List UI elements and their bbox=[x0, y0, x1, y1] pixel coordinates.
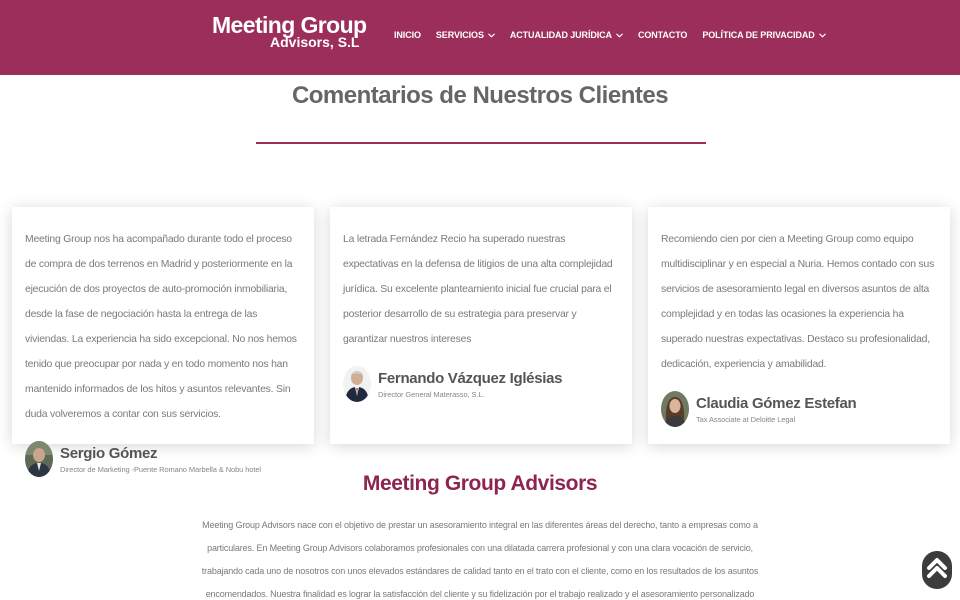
nav-item-inicio[interactable]: INICIO bbox=[394, 30, 421, 40]
title-divider bbox=[256, 142, 706, 144]
nav-item-politica-privacidad[interactable]: POLÍTICA DE PRIVACIDAD bbox=[702, 30, 826, 40]
scroll-to-top-button[interactable] bbox=[922, 551, 952, 589]
nav-item-label: POLÍTICA DE PRIVACIDAD bbox=[702, 30, 815, 40]
chevron-down-icon bbox=[818, 31, 826, 40]
about-title: Meeting Group Advisors bbox=[362, 472, 598, 495]
testimonial-author: Fernando Vázquez Iglésias Director Gener… bbox=[343, 366, 619, 402]
testimonial-author: Claudia Gómez Estefan Tax Associate at D… bbox=[661, 391, 937, 427]
testimonial-text: Meeting Group nos ha acompañado durante … bbox=[25, 234, 297, 420]
nav-item-servicios[interactable]: SERVICIOS bbox=[436, 30, 495, 40]
testimonial-card: Meeting Group nos ha acompañado durante … bbox=[12, 207, 314, 477]
author-name: Sergio Gómez bbox=[60, 444, 158, 462]
site-logo[interactable]: Meeting Group Advisors, S.L bbox=[212, 14, 367, 50]
chevron-down-icon bbox=[616, 31, 623, 40]
main-nav: INICIO SERVICIOS ACTUALIDAD JURÍDICA CON… bbox=[394, 30, 841, 40]
nav-item-label: CONTACTO bbox=[637, 30, 688, 40]
about-text: Meeting Group Advisors nace con el objet… bbox=[201, 520, 759, 599]
chevron-down-icon bbox=[487, 31, 495, 40]
nav-item-label: SERVICIOS bbox=[435, 30, 484, 40]
avatar bbox=[343, 366, 371, 402]
testimonials-title: Comentarios de Nuestros Clientes bbox=[291, 82, 669, 109]
testimonial-card: Recomiendo cien por cien a Meeting Group… bbox=[648, 207, 950, 444]
author-name: Fernando Vázquez Iglésias bbox=[378, 369, 563, 387]
avatar bbox=[661, 391, 689, 427]
author-role: Director General Materasso, S.L. bbox=[378, 389, 485, 399]
testimonial-card: La letrada Fernández Recio ha superado n… bbox=[330, 207, 632, 444]
author-role: Tax Associate at Deloitte Legal bbox=[696, 414, 796, 424]
logo-line-2: Advisors, S.L bbox=[270, 34, 360, 50]
nav-item-actualidad-juridica[interactable]: ACTUALIDAD JURÍDICA bbox=[510, 30, 623, 40]
nav-item-label: ACTUALIDAD JURÍDICA bbox=[509, 30, 612, 40]
nav-item-contacto[interactable]: CONTACTO bbox=[638, 30, 687, 40]
testimonial-text: Recomiendo cien por cien a Meeting Group… bbox=[661, 234, 935, 370]
double-chevron-up-icon bbox=[926, 555, 948, 586]
testimonial-text: La letrada Fernández Recio ha superado n… bbox=[343, 234, 613, 345]
nav-item-label: INICIO bbox=[394, 30, 421, 40]
site-header: Meeting Group Advisors, S.L INICIO SERVI… bbox=[0, 0, 960, 75]
author-name: Claudia Gómez Estefan bbox=[696, 394, 857, 412]
